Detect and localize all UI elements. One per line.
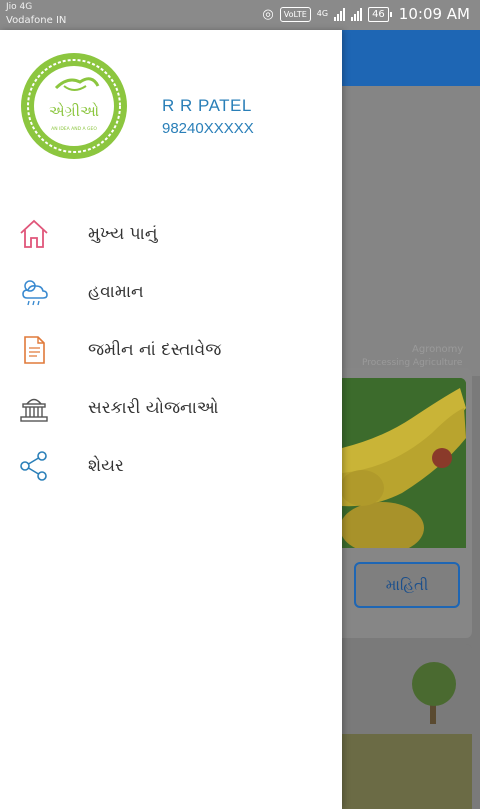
logo-text: એગ્રીઓ — [49, 102, 99, 120]
app-logo: એગ્રીઓ AN IDEA AND A GEO — [21, 53, 127, 159]
menu-item-weather[interactable]: હવામાન — [0, 264, 342, 322]
menu-item-land-documents[interactable]: જમીન નાં દસ્તાવેજ — [0, 322, 342, 380]
menu-item-government-schemes[interactable]: સરકારી યોજનાઓ — [0, 380, 342, 438]
app-bar — [342, 30, 480, 86]
background-app[interactable]: Agronomy Processing Agriculture માહિતી — [342, 30, 480, 809]
menu-item-home[interactable]: મુખ્ય પાનું — [0, 206, 342, 264]
volte-badge: VoLTE — [279, 6, 311, 22]
landscape-card[interactable] — [342, 644, 472, 809]
menu-item-share[interactable]: શેયર — [0, 438, 342, 496]
hotspot-icon: ◎ — [262, 6, 274, 22]
menu-label-share: શેયર — [88, 456, 124, 476]
clock: 10:09 AM — [398, 5, 470, 23]
weather-icon — [22, 280, 48, 306]
carrier-primary: Jio 4G — [6, 2, 33, 12]
status-indicators: ◎ VoLTE 4G 46 10:09 AM — [262, 5, 470, 23]
info-button[interactable]: માહિતી — [354, 562, 460, 608]
menu-label-land-documents: જમીન નાં દસ્તાવેજ — [88, 340, 222, 360]
user-phone: 98240XXXXX — [162, 120, 254, 137]
user-name: R R PATEL — [162, 96, 252, 115]
network-type: 4G — [316, 9, 329, 18]
navigation-drawer: એગ્રીઓ AN IDEA AND A GEO R R PATEL 98240… — [0, 30, 342, 809]
document-icon — [24, 336, 45, 364]
signal-icon-2 — [351, 7, 363, 21]
battery-icon: 46 — [368, 6, 392, 22]
card-subcaption: Processing Agriculture — [362, 358, 463, 368]
crop-card[interactable]: માહિતી — [342, 368, 472, 638]
menu-label-government-schemes: સરકારી યોજનાઓ — [88, 398, 219, 418]
home-icon — [20, 219, 48, 248]
carrier-secondary: Vodafone IN — [6, 15, 67, 26]
fruit-image — [342, 378, 466, 548]
card-caption: Agronomy — [412, 344, 464, 355]
content-card[interactable]: Agronomy Processing Agriculture — [342, 86, 480, 376]
share-icon — [20, 451, 47, 481]
menu-label-home: મુખ્ય પાનું — [88, 224, 158, 244]
logo-subtext: AN IDEA AND A GEO — [51, 126, 97, 132]
status-bar: Jio 4G Vodafone IN ◎ VoLTE 4G 46 10:09 A… — [0, 0, 480, 30]
government-building-icon — [20, 398, 48, 422]
signal-icon — [334, 7, 346, 21]
drawer-menu: મુખ્ય પાનું હવામાન જમીન નાં દસ્તાવેજ સરક… — [0, 206, 342, 496]
menu-label-weather: હવામાન — [88, 282, 144, 302]
